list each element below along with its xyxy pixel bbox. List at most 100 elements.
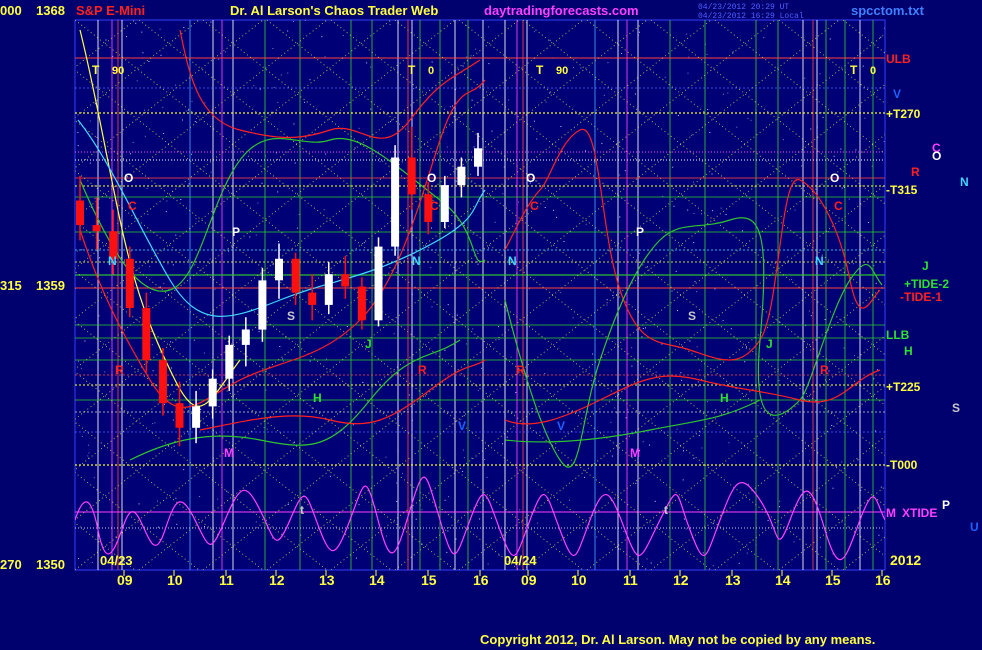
right-label: -TIDE-1 [900, 290, 942, 304]
star-dot [448, 496, 449, 498]
chart-title: Dr. Al Larson's Chaos Trader Web [230, 3, 438, 18]
timestamp-local: 04/23/2012 16:29 Local [698, 12, 804, 21]
star-dot [477, 263, 479, 265]
star-dot [401, 472, 403, 474]
star-dot [646, 266, 648, 268]
star-dot [677, 310, 678, 311]
star-dot [258, 331, 260, 333]
site-link[interactable]: daytradingforecasts.com [484, 3, 639, 18]
copyright-notice: Copyright 2012, Dr. Al Larson. May not b… [480, 632, 875, 647]
star-dot [671, 290, 673, 292]
star-dot [779, 500, 781, 502]
star-dot [462, 470, 464, 472]
star-dot [396, 500, 398, 502]
star-dot [747, 118, 749, 120]
star-dot [166, 200, 168, 202]
chart-stage: OCNRPSHMOCNRVtJOCNRPSHMVOCNRJt T 90 T 0 T 90 T… [0, 0, 982, 650]
star-dot [146, 187, 148, 189]
star-dot [191, 100, 193, 102]
timestamp-ut: 04/23/2012 20:29 UT [698, 3, 789, 12]
hour-label: 12 [673, 572, 689, 588]
star-dot [470, 181, 472, 183]
star-dot [151, 344, 153, 346]
star-dot [94, 198, 96, 199]
star-dot [610, 421, 612, 423]
star-dot [642, 441, 644, 443]
candle-body [391, 157, 400, 247]
hour-label: 16 [473, 572, 489, 588]
time-marker-letter: T [850, 63, 858, 77]
star-dot [706, 53, 708, 55]
star-dot [506, 436, 508, 438]
planet-letter: R [516, 363, 525, 377]
star-dot [488, 247, 489, 249]
star-dot [683, 450, 684, 452]
star-dot [544, 207, 546, 208]
star-dot [867, 222, 869, 223]
candle-body [275, 258, 283, 281]
star-dot [712, 565, 714, 567]
star-dot [78, 558, 79, 560]
star-dot [793, 541, 795, 543]
time-marker-value: 90 [112, 65, 124, 77]
candle-body [241, 329, 250, 345]
star-dot [370, 66, 372, 68]
star-dot [702, 552, 704, 554]
star-dot [277, 191, 279, 193]
year-label: 2012 [890, 552, 921, 568]
planet-letter: O [427, 171, 436, 185]
planet-letter: H [313, 391, 322, 405]
star-dot [606, 304, 608, 306]
star-dot [498, 326, 500, 328]
star-dot [210, 21, 212, 23]
star-dot [366, 62, 368, 64]
star-dot [631, 365, 633, 367]
star-dot [559, 292, 561, 293]
star-dot [278, 241, 279, 243]
star-dot [352, 424, 354, 426]
star-dot [167, 263, 169, 265]
star-dot [408, 394, 410, 396]
star-dot [157, 500, 158, 502]
star-dot [293, 20, 294, 22]
star-dot [689, 340, 691, 342]
star-dot [446, 551, 448, 553]
star-dot [819, 73, 821, 75]
star-dot [182, 119, 183, 121]
hour-label: 11 [219, 572, 234, 588]
star-dot [573, 67, 574, 69]
star-dot [455, 180, 457, 182]
planet-letter: H [720, 391, 729, 405]
star-dot [549, 39, 551, 41]
star-dot [149, 266, 151, 268]
star-dot [171, 367, 172, 369]
star-dot [687, 209, 689, 211]
star-dot [471, 99, 473, 101]
star-dot [96, 136, 98, 138]
star-dot [584, 476, 586, 478]
star-dot [840, 148, 842, 150]
star-dot [277, 101, 279, 103]
star-dot [701, 213, 702, 215]
hour-label: 09 [521, 572, 537, 588]
star-dot [545, 101, 547, 103]
planet-letter: N [108, 254, 117, 268]
star-dot [544, 373, 546, 374]
star-dot [199, 388, 200, 390]
star-dot [218, 58, 220, 60]
planet-letter: O [526, 171, 535, 185]
star-dot [93, 477, 95, 479]
star-dot [163, 133, 165, 134]
star-dot [157, 526, 159, 528]
planet-letter: P [636, 225, 644, 239]
planet-letter: t [300, 503, 304, 517]
star-dot [130, 153, 131, 155]
star-dot [294, 441, 295, 443]
star-dot [592, 353, 594, 355]
star-dot [864, 117, 866, 119]
planet-letter: N [412, 254, 421, 268]
star-dot [487, 563, 489, 565]
diagonal-falling [971, 20, 982, 570]
star-dot [801, 165, 802, 167]
star-dot [750, 119, 752, 121]
